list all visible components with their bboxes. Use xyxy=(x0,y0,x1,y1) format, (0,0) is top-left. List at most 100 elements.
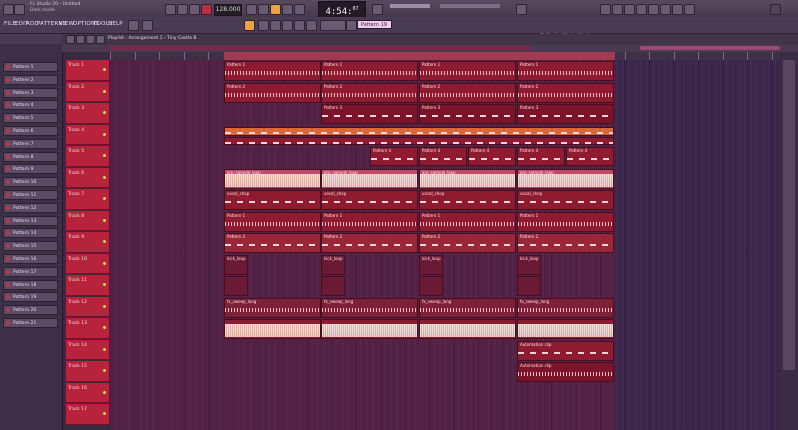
playlist-clip[interactable]: fx_sweep_long xyxy=(517,297,614,318)
playlist-clip[interactable]: Pattern 2 xyxy=(517,233,614,253)
pattern-item[interactable]: Pattern 13 xyxy=(3,215,58,226)
countdown-icon[interactable] xyxy=(270,4,281,15)
track-mute-led[interactable] xyxy=(103,132,106,136)
playlist-clip[interactable] xyxy=(419,276,443,296)
playlist-clip[interactable] xyxy=(517,319,614,339)
playlist-clip[interactable]: Pattern 2 xyxy=(224,82,321,103)
track-header[interactable]: Track 16 xyxy=(66,382,109,403)
track-mute-led[interactable] xyxy=(103,369,106,372)
track-mute-led[interactable] xyxy=(103,89,106,93)
track-mute-led[interactable] xyxy=(103,412,106,415)
playlist-clip[interactable] xyxy=(224,319,321,339)
settings-icon[interactable] xyxy=(684,4,695,15)
track-header[interactable]: Track 13 xyxy=(66,318,109,339)
track-header[interactable]: Track 1 xyxy=(66,60,109,81)
track-header[interactable]: Track 9 xyxy=(66,232,109,253)
pattern-item[interactable]: Pattern 2 xyxy=(3,74,58,85)
track-mute-led[interactable] xyxy=(103,326,106,329)
playlist-snap-icon[interactable] xyxy=(76,35,85,44)
track-mute-led[interactable] xyxy=(103,218,106,222)
delete-tool-icon[interactable] xyxy=(282,20,293,31)
horizontal-scroll-thumb[interactable] xyxy=(640,46,780,50)
browser-icon[interactable] xyxy=(648,4,659,15)
playlist-clip[interactable]: arp_sample_loop xyxy=(224,168,321,189)
channel-rack-icon[interactable] xyxy=(624,4,635,15)
playlist-clip[interactable]: Pattern 1 xyxy=(419,211,516,232)
vertical-scroll-thumb[interactable] xyxy=(783,60,795,370)
playlist-clip[interactable]: arp_sample_loop xyxy=(321,168,418,189)
track-header[interactable]: Track 12 xyxy=(66,296,109,317)
playlist-paint-icon[interactable] xyxy=(96,35,105,44)
track-mute-led[interactable] xyxy=(103,111,106,114)
slice-tool-icon[interactable] xyxy=(306,20,317,31)
track-header[interactable]: Track 3 xyxy=(66,103,109,124)
playlist-clip[interactable]: Pattern 4 xyxy=(419,147,467,166)
tempo-display[interactable]: 128.000 xyxy=(214,4,242,16)
playlist-clip[interactable]: vocal_chop xyxy=(321,190,418,210)
track-mute-led[interactable] xyxy=(103,68,106,71)
playlist-clip[interactable]: Pattern 1 xyxy=(224,211,321,232)
pattern-item[interactable]: Pattern 6 xyxy=(3,126,58,136)
plugin-icon[interactable] xyxy=(660,4,671,15)
pattern-selector[interactable]: Pattern 19 xyxy=(357,20,392,29)
track-header[interactable]: Track 4 xyxy=(66,124,109,145)
menu-icon[interactable] xyxy=(3,4,14,15)
pattern-item[interactable]: Pattern 21 xyxy=(3,318,58,328)
playlist-clip[interactable] xyxy=(224,136,614,145)
pattern-item[interactable]: Pattern 20 xyxy=(3,305,58,316)
track-header[interactable]: Track 10 xyxy=(66,253,109,274)
piano-roll-icon[interactable] xyxy=(612,4,623,15)
playlist-clip[interactable]: kick_loop xyxy=(321,254,345,275)
mixer-icon[interactable] xyxy=(636,4,647,15)
playlist-clip[interactable]: Pattern 4 xyxy=(566,147,614,166)
playlist-clip[interactable]: Pattern 2 xyxy=(224,233,321,253)
track-mute-led[interactable] xyxy=(103,154,106,157)
track-header[interactable]: Track 14 xyxy=(66,339,109,360)
blend-icon[interactable] xyxy=(294,4,305,15)
pattern-item[interactable]: Pattern 14 xyxy=(3,228,58,239)
playlist-clip[interactable]: Pattern 3 xyxy=(419,104,516,124)
playlist-clip[interactable]: Pattern 3 xyxy=(517,104,614,124)
wait-icon[interactable] xyxy=(258,4,269,15)
mute-tool-icon[interactable] xyxy=(294,20,305,31)
playlist-clip[interactable]: Pattern 2 xyxy=(419,233,516,253)
playlist-clip[interactable]: Pattern 1 xyxy=(419,61,516,81)
song-mode-button[interactable] xyxy=(165,4,176,15)
metronome-icon[interactable] xyxy=(246,4,257,15)
paint-tool-icon[interactable] xyxy=(270,20,281,31)
track-header[interactable]: Track 8 xyxy=(66,210,109,231)
playlist-clip[interactable]: fx_sweep_long xyxy=(321,297,418,318)
snap-icon[interactable] xyxy=(244,20,255,31)
pattern-item[interactable]: Pattern 17 xyxy=(3,266,58,277)
track-mute-led[interactable] xyxy=(103,261,106,265)
menu-view[interactable]: VIEW xyxy=(59,21,74,27)
pattern-item[interactable]: Pattern 18 xyxy=(3,279,58,290)
track-mute-led[interactable] xyxy=(103,347,106,351)
playlist-clip[interactable]: Pattern 2 xyxy=(321,233,418,253)
playlist-clip[interactable]: arp_sample_loop xyxy=(517,168,614,189)
playlist-clip[interactable]: kick_loop xyxy=(517,254,541,275)
record-button[interactable] xyxy=(201,4,212,15)
pattern-item[interactable]: Pattern 5 xyxy=(3,113,58,124)
playlist-menu-icon[interactable] xyxy=(66,35,75,44)
playlist-clip[interactable]: Pattern 1 xyxy=(517,211,614,232)
playlist-clip[interactable] xyxy=(321,276,345,296)
stop-button[interactable] xyxy=(189,4,200,15)
playlist-clip[interactable]: fx_sweep_long xyxy=(224,297,321,318)
snap-selector[interactable] xyxy=(320,20,346,31)
track-mute-led[interactable] xyxy=(103,304,106,308)
playlist-clip[interactable]: kick_loop xyxy=(224,254,248,275)
playlist-clip[interactable]: fx_sweep_long xyxy=(419,297,516,318)
track-mute-led[interactable] xyxy=(103,390,106,394)
pattern-item[interactable]: Pattern 11 xyxy=(3,190,58,200)
pattern-item[interactable]: Pattern 8 xyxy=(3,151,58,162)
track-mute-led[interactable] xyxy=(103,175,106,179)
info-icon[interactable] xyxy=(672,4,683,15)
playlist-clip[interactable]: arp_sample_loop xyxy=(419,168,516,189)
pattern-item[interactable]: Pattern 10 xyxy=(3,177,58,188)
playlist-clip[interactable] xyxy=(224,126,614,136)
track-header[interactable]: Track 5 xyxy=(66,146,109,167)
track-mute-led[interactable] xyxy=(103,240,106,243)
track-header[interactable]: Track 6 xyxy=(66,167,109,188)
playlist-clip[interactable] xyxy=(419,319,516,339)
